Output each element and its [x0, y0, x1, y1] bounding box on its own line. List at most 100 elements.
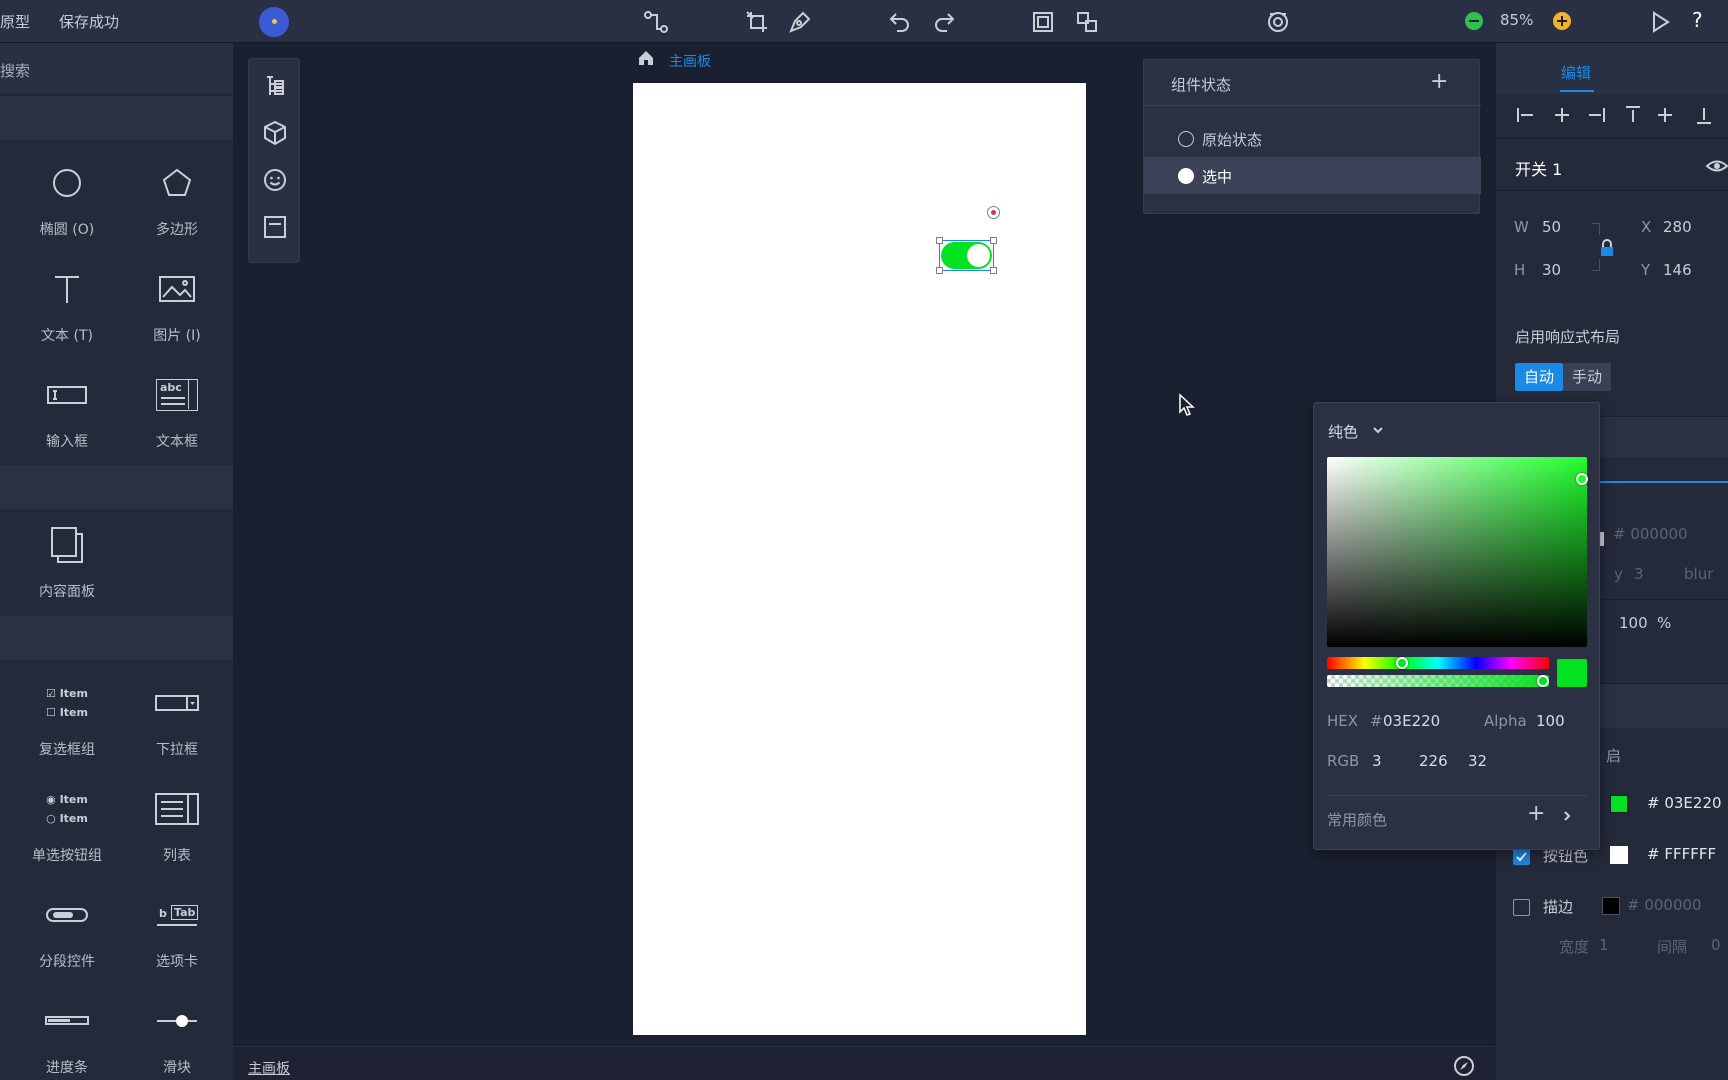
resize-handle[interactable]: [990, 237, 997, 244]
sv-handle[interactable]: [1576, 473, 1588, 485]
compass-icon[interactable]: [1453, 1055, 1475, 1077]
tab-edit[interactable]: 编辑: [1561, 62, 1591, 83]
section-header-containers[interactable]: [0, 465, 233, 509]
widget-ellipse[interactable]: 椭圆 (O): [12, 153, 122, 253]
state-radio-checked[interactable]: [1178, 168, 1194, 184]
button-color-swatch[interactable]: [1610, 846, 1628, 864]
crop-artboard-icon[interactable]: [744, 9, 770, 35]
slider-track[interactable]: [1586, 481, 1728, 483]
help-icon[interactable]: ?: [1692, 8, 1703, 32]
zoom-out-button[interactable]: [1465, 12, 1483, 30]
section-header-basic[interactable]: [0, 96, 233, 140]
on-color-hex[interactable]: # 03E220: [1647, 794, 1722, 812]
layout-manual-button[interactable]: 手动: [1563, 363, 1611, 391]
connector-icon[interactable]: [643, 9, 669, 35]
button-color-checkbox[interactable]: [1513, 848, 1530, 865]
align-center-icon: [1555, 108, 1569, 122]
stroke-gap-field[interactable]: 0: [1711, 936, 1721, 954]
artboard[interactable]: [633, 83, 1086, 1035]
widget-list[interactable]: 列表: [122, 779, 232, 879]
align-left-icon: [1517, 108, 1533, 122]
selection-box[interactable]: [936, 237, 997, 274]
rotate-handle[interactable]: [987, 206, 1000, 219]
home-icon[interactable]: [636, 48, 656, 68]
widget-polygon[interactable]: 多边形: [122, 153, 232, 253]
align-right-icon: [1589, 108, 1605, 122]
hex-input[interactable]: 03E220: [1383, 712, 1440, 730]
emoji-icon[interactable]: [261, 166, 289, 194]
align-middle-icon: [1658, 108, 1672, 122]
add-state-button[interactable]: +: [1430, 71, 1448, 93]
chevron-down-icon[interactable]: [1372, 425, 1384, 435]
widget-dropdown[interactable]: 下拉框: [122, 673, 232, 773]
widget-progress[interactable]: 进度条: [12, 991, 122, 1080]
layers-icon[interactable]: [261, 72, 289, 100]
shadow-y-field[interactable]: 3: [1634, 565, 1644, 583]
search-input[interactable]: 搜索: [0, 60, 30, 81]
align-bottom-icon: [1697, 108, 1711, 124]
alpha-handle[interactable]: [1537, 675, 1549, 687]
ungroup-icon[interactable]: [1074, 9, 1100, 35]
component-name[interactable]: 开关 1: [1515, 156, 1562, 180]
widget-slider[interactable]: 滑块: [122, 991, 232, 1080]
lock-ratio-icon[interactable]: [1600, 239, 1614, 257]
group-frame-icon[interactable]: [1030, 9, 1056, 35]
widget-content-panel[interactable]: 内容面板: [12, 515, 122, 615]
height-field[interactable]: 30: [1542, 261, 1561, 279]
preview-device-icon[interactable]: [1265, 9, 1291, 35]
chevron-right-icon[interactable]: [1562, 809, 1572, 823]
opacity-field[interactable]: 100: [1619, 614, 1648, 632]
widget-image[interactable]: 图片 (I): [122, 259, 232, 359]
redo-icon[interactable]: [931, 9, 957, 35]
state-radio[interactable]: [1178, 131, 1194, 147]
artboard-tab[interactable]: 主画板: [248, 1058, 290, 1078]
widget-text[interactable]: 文本 (T): [12, 259, 122, 359]
layout-auto-button[interactable]: 自动: [1515, 363, 1563, 391]
alpha-slider[interactable]: [1327, 675, 1549, 687]
widget-tabs[interactable]: b Tab 选项卡: [122, 885, 232, 985]
avatar[interactable]: [259, 7, 289, 37]
add-common-color-button[interactable]: +: [1527, 803, 1545, 825]
on-color-swatch[interactable]: [1610, 795, 1628, 813]
widget-checkbox-group[interactable]: ☑ Item ☐ Item 复选框组: [12, 673, 122, 773]
section-header-forms[interactable]: [0, 616, 233, 660]
stroke-checkbox[interactable]: [1513, 899, 1530, 916]
blue-input[interactable]: 32: [1468, 752, 1487, 770]
color-mode-select[interactable]: 纯色: [1328, 421, 1358, 442]
state-row[interactable]: 原始状态: [1144, 120, 1481, 157]
zoom-in-button[interactable]: [1553, 12, 1571, 30]
saturation-value-area[interactable]: [1327, 457, 1587, 647]
stroke-color-swatch[interactable]: [1602, 897, 1620, 915]
shadow-hex[interactable]: # 000000: [1613, 525, 1688, 543]
alpha-input[interactable]: 100: [1536, 712, 1565, 730]
resize-handle[interactable]: [936, 237, 943, 244]
widget-radio-group[interactable]: ◉ Item ○ Item 单选按钮组: [12, 779, 122, 879]
x-field[interactable]: 280: [1663, 218, 1692, 236]
y-field[interactable]: 146: [1663, 261, 1692, 279]
stroke-width-field[interactable]: 1: [1599, 936, 1609, 954]
green-input[interactable]: 226: [1419, 752, 1448, 770]
hue-slider[interactable]: [1327, 657, 1549, 669]
undo-icon[interactable]: [887, 9, 913, 35]
widget-textarea[interactable]: abc 文本框: [122, 365, 232, 465]
tabs-icon: b Tab: [122, 885, 232, 945]
visibility-eye-icon[interactable]: [1705, 156, 1728, 176]
pen-icon[interactable]: [787, 9, 813, 35]
toggle-knob: [967, 244, 990, 267]
widget-input[interactable]: 输入框: [12, 365, 122, 465]
button-color-hex[interactable]: # FFFFFF: [1647, 845, 1716, 863]
stroke-hex[interactable]: # 000000: [1627, 896, 1702, 914]
width-field[interactable]: 50: [1542, 218, 1561, 236]
resize-handle[interactable]: [990, 267, 997, 274]
resize-handle[interactable]: [936, 267, 943, 274]
master-icon[interactable]: [261, 213, 289, 241]
widget-segmented[interactable]: 分段控件: [12, 885, 122, 985]
state-row-selected[interactable]: 选中: [1144, 157, 1481, 194]
widget-search[interactable]: 搜索: [0, 43, 233, 95]
breadcrumb[interactable]: 主画板: [669, 51, 711, 71]
play-icon[interactable]: [1647, 9, 1673, 35]
save-status: 保存成功: [59, 13, 120, 31]
red-input[interactable]: 3: [1372, 752, 1382, 770]
toggle-switch[interactable]: [941, 242, 992, 269]
components-cube-icon[interactable]: [261, 119, 289, 147]
